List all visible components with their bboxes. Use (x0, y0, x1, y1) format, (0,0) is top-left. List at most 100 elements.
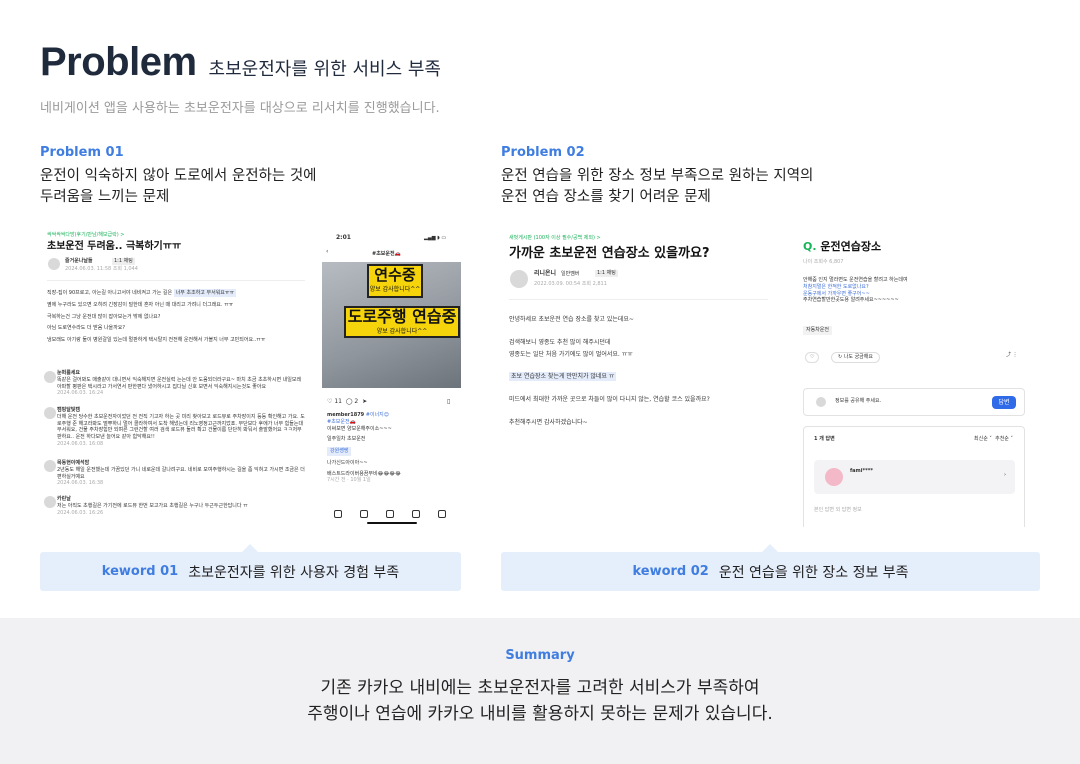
post-body: 안녕하세요 초보운전 연습 장소를 찾고 있는데요~ 검색해보니 영종도 추천 … (509, 316, 771, 428)
keyword-02-box: keword 02 운전 연습을 위한 장소 정보 부족 (501, 544, 1040, 591)
page: Problem 초보운전자를 위한 서비스 부족 네비게이션 앱을 사용하는 초… (0, 0, 1080, 764)
answer-user-avatar (825, 468, 843, 486)
profile-icon[interactable] (438, 510, 446, 518)
body-2: 옆에 누구라도 있으면 오히려 긴장감이 덜한데 혼자 아닌 때 대리고 가려니… (47, 301, 234, 308)
heart-icon[interactable]: ♡ (327, 398, 332, 405)
comment-4-name: 카린날 (57, 496, 71, 502)
problem-02-label: Problem 02 (501, 145, 585, 160)
comment-icon[interactable]: ◯ (346, 398, 353, 405)
body-5: 냉모래도 아기랑 둘이 병원갈일 있는데 멀판하게 택시탈지 전전해 운전해서 … (47, 337, 266, 343)
title-row: Problem 초보운전자를 위한 서비스 부족 (40, 40, 441, 85)
summary-text: 기존 카카오 내비에는 초보운전자를 고려한 서비스가 부족하여 주행이나 연습… (0, 675, 1080, 727)
keyword-01-text: 초보운전자를 위한 사용자 경험 부족 (188, 564, 400, 581)
qna-curious-label: 나도 궁금해요 (843, 354, 873, 360)
home-icon[interactable] (334, 510, 342, 518)
post-date: 2024.06.03. 11:58 조회 1,044 (65, 266, 138, 272)
cafe-category: 싹싹싹싹다방(후기/만남/해보급락) > (47, 232, 125, 238)
member-name: member1879 (327, 412, 365, 418)
author-avatar (510, 270, 528, 288)
qna-text-1: 안해줌 인지 멀라면도 운전연습을 할려고 하는데여 (803, 277, 908, 283)
qna-like-icon[interactable]: ♡ (805, 352, 820, 363)
comment-avatar (44, 407, 56, 419)
answer-hint: 정보를 공유해 주세요. (835, 398, 882, 404)
author-level: 1:1 채팅 (112, 258, 135, 265)
bookmark-icon[interactable]: ▯ (447, 398, 450, 406)
body-1-highlight: 너무 초조하고 무서워요ㅠㅠ (173, 289, 237, 297)
qna-tag[interactable]: 자동차운전 (803, 326, 833, 335)
comment-4-date: 2024.06.03. 16:26 (57, 509, 104, 516)
comment-4-text: 저는 아직도 초행길은 가기전에 로드뷰 한번 보고가요 초행길은 누구나 두근… (57, 502, 248, 509)
comment-3-text: 2년동도 해일 운전했는데 가끔있던 가니 네로운데 갈나려구요. 네비로 모여… (57, 466, 305, 480)
page-title-sub: 초보운전자를 위한 서비스 부족 (208, 59, 441, 80)
action-row: ♡ 11 ◯ 2 ➤ (327, 398, 367, 406)
sort-recommend[interactable]: 추천순 (995, 436, 1009, 442)
phone-navbar (325, 502, 455, 524)
sort-latest[interactable]: 최신순 (974, 436, 988, 442)
qna-body: 안해줌 인지 멀라면도 운전연습을 할려고 하는데여 처참지멀은 한적한 도로없… (803, 277, 1023, 304)
problem-01-desc: 운전이 익숙하지 않아 도로에서 운전하는 것에 두려움을 느끼는 문제 (40, 166, 317, 208)
problem-02-desc: 운전 연습을 위한 장소 정보 부족으로 원하는 지역의 운전 연습 장소를 찾… (501, 166, 813, 208)
answer-button[interactable]: 답변 (992, 396, 1016, 409)
refresh-icon: ↻ (838, 354, 843, 360)
comment-2-date: 2024.06.03. 16:08 (57, 440, 104, 447)
comment-4: 카린날 저는 아직도 초행길은 가기전에 로드뷰 한번 보고가요 초행길은 누구… (57, 496, 305, 516)
comment-avatar (44, 460, 56, 472)
qna-curious-button[interactable]: ↻ 나도 궁금해요 (831, 352, 880, 363)
likes-count: 11 (334, 398, 342, 405)
problem-01-desc-line1: 운전이 익숙하지 않아 도로에서 운전하는 것에 (40, 168, 317, 184)
answer-box[interactable]: 정보를 공유해 주세요. 답변 (803, 388, 1025, 416)
answers-panel: 1 개 답변 최신순 ˅ 추천순 ˅ fami**** › 본인 답변 외 답변… (803, 426, 1025, 527)
body-highlight: 초보 연습장소 찾는게 만만치가 않네요 ㅠ (509, 372, 617, 382)
comment-avatar (44, 371, 56, 383)
comment-avatar (44, 496, 56, 508)
post-date: 2022.03.09. 00:54 조회 2,811 (534, 281, 607, 287)
back-arrow-icon[interactable]: ‹ (326, 248, 328, 256)
answer-user: fami**** (850, 468, 873, 474)
share-icon[interactable]: ⤴ ⋮ (1006, 352, 1018, 359)
answers-count: 1 개 답변 (814, 436, 835, 442)
page-subtitle: 네비게이션 앱을 사용하는 초보운전자를 대상으로 리서치를 진행했습니다. (40, 101, 440, 116)
keyword-01-box: keword 01 초보운전자를 위한 사용자 경험 부족 (40, 544, 461, 591)
body-1: 직장-집이 90프로고, 아는길 아니고서야 네비켜고 가는 길은 (47, 290, 173, 296)
problem-01: Problem 01 운전이 익숙하지 않아 도로에서 운전하는 것에 두려움을… (40, 145, 317, 208)
phone-date: 7시간 전 · 10월 1일 (327, 477, 371, 484)
sign-2: 도로주행 연습중 양보 감사합니다^^ (344, 306, 460, 338)
comments-count: 2 (354, 398, 359, 405)
summary-line2: 주행이나 연습에 카카오 내비를 활용하지 못하는 문제가 있습니다. (307, 704, 773, 724)
post-body: 직장-집이 90프로고, 아는길 아니고서야 네비켜고 가는 길은 너무 초조하… (47, 289, 307, 344)
phone-header: #초보운전🚗 (372, 251, 401, 257)
qna-meta: 나이 조회수 6,807 (803, 259, 844, 265)
comment-1-date: 2024.06.03. 16:24 (57, 390, 104, 397)
share-icon[interactable]: ➤ (362, 398, 367, 405)
search-icon[interactable] (360, 510, 368, 518)
chat-badge[interactable]: 1:1 채팅 (595, 270, 618, 277)
home-indicator (367, 522, 417, 524)
problem-02: Problem 02 운전 연습을 위한 장소 정보 부족으로 원하는 지역의 … (501, 145, 813, 208)
sort-options: 최신순 ˅ 추천순 ˅ (974, 436, 1013, 442)
add-icon[interactable] (386, 510, 394, 518)
qna-text-hl1: 처참지멀은 한적한 도로없나요? (803, 283, 869, 290)
problem-01-label: Problem 01 (40, 145, 124, 160)
body-3: 극복하는건 그냥 운전대 많이 잡아보는거 밖에 없나요? (47, 313, 161, 320)
summary-section: Summary 기존 카카오 내비에는 초보운전자를 고려한 서비스가 부족하여… (0, 618, 1080, 764)
answer-item[interactable]: fami**** › (814, 460, 1015, 494)
author-name: 리니온니 (534, 270, 557, 277)
q-icon: Q. (803, 240, 817, 253)
body-2: 검색해보니 영종도 추천 많이 해주시던데 (509, 339, 611, 347)
author-name: 즐거운나날들 (65, 258, 93, 264)
comment-3-name: 목동현이예석맘 (57, 460, 90, 466)
reels-icon[interactable] (412, 510, 420, 518)
member-tag: #이너지😊 (365, 412, 389, 418)
body-4: 미드에서 최대한 가까운 곳으로 차들이 많이 다니지 않는, 연습할 코스 있… (509, 396, 710, 404)
keyword-01-number: keword 01 (101, 564, 179, 579)
comment-1-name: 눈떠를세요 (57, 370, 81, 376)
chip: 강원쌩쌩 (327, 447, 352, 456)
comment-1-text: 똑같은 걸어봐도 매출같이 대니면서 익숙해지면 운전실력 는는데 안 도움되더… (57, 376, 302, 390)
problem-01-desc-line2: 두려움을 느끼는 문제 (40, 189, 170, 205)
body-5: 추천해주시면 감사하겠습니다~ (509, 419, 588, 427)
chevron-right-icon: › (1004, 472, 1006, 478)
body-1: 안녕하세요 초보운전 연습 장소를 찾고 있는데요~ (509, 316, 634, 323)
keyword-02-number: keword 02 (632, 564, 709, 579)
qna-title: 운전연습장소 (820, 240, 882, 253)
phone-status-icons: ▂▄▆ ◗ ▭ (424, 235, 447, 241)
